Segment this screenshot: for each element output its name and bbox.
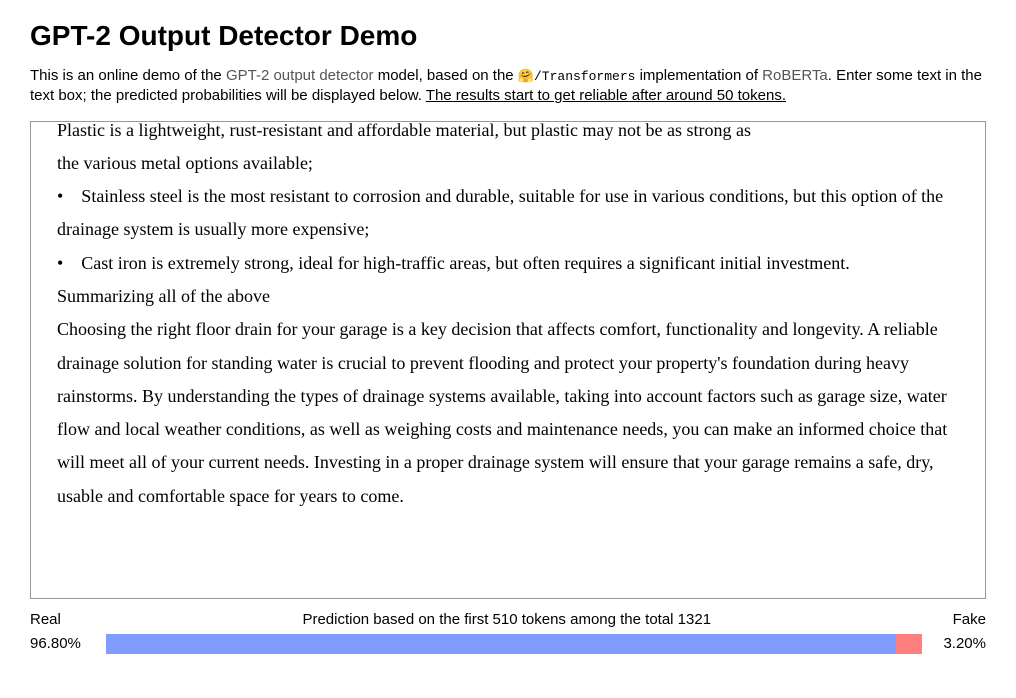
real-bar-segment bbox=[106, 634, 896, 654]
roberta-link[interactable]: RoBERTa bbox=[762, 67, 828, 84]
fake-percentage: 3.20% bbox=[926, 635, 986, 652]
text-input-container: Plastic is a lightweight, rust-resistant… bbox=[30, 121, 986, 599]
content-line-partial: Plastic is a lightweight, rust-resistant… bbox=[57, 122, 959, 147]
transformers-library-text: 🤗/Transformers bbox=[518, 69, 636, 84]
content-bullet-1: • Stainless steel is the most resistant … bbox=[57, 180, 959, 247]
real-percentage: 96.80% bbox=[30, 635, 102, 652]
content-heading: Summarizing all of the above bbox=[57, 280, 959, 313]
text-input[interactable]: Plastic is a lightweight, rust-resistant… bbox=[31, 122, 985, 598]
page-title: GPT-2 Output Detector Demo bbox=[30, 20, 986, 52]
content-line-1: the various metal options available; bbox=[57, 147, 959, 180]
fake-label: Fake bbox=[953, 611, 986, 628]
desc-text-2: model, based on the bbox=[374, 67, 518, 84]
prediction-summary: Prediction based on the first 510 tokens… bbox=[61, 611, 953, 628]
prediction-bar-row: 96.80% 3.20% bbox=[30, 634, 986, 654]
content-bullet-2: • Cast iron is extremely strong, ideal f… bbox=[57, 247, 959, 280]
reliability-note: The results start to get reliable after … bbox=[426, 87, 786, 104]
description-paragraph: This is an online demo of the GPT-2 outp… bbox=[30, 66, 986, 107]
gpt2-detector-link[interactable]: GPT-2 output detector bbox=[226, 67, 374, 84]
prediction-bar bbox=[106, 634, 922, 654]
desc-text-3: implementation of bbox=[635, 67, 762, 84]
result-header-row: Real Prediction based on the first 510 t… bbox=[30, 611, 986, 628]
content-paragraph: Choosing the right floor drain for your … bbox=[57, 313, 959, 513]
fake-bar-segment bbox=[896, 634, 922, 654]
real-label: Real bbox=[30, 611, 61, 628]
desc-text-1: This is an online demo of the bbox=[30, 67, 226, 84]
